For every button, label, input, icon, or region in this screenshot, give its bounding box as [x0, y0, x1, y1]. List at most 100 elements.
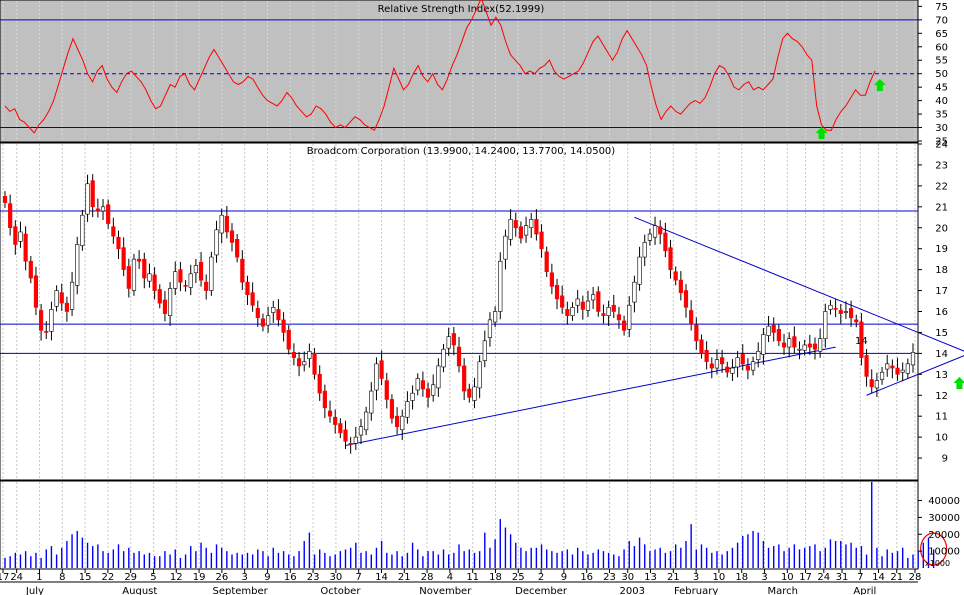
candle-down	[106, 204, 111, 224]
candle-up	[436, 365, 441, 389]
candle-down	[812, 343, 818, 350]
candle-up	[477, 361, 482, 389]
day-tick-label: 17	[0, 572, 9, 583]
day-tick-label: 12	[170, 572, 183, 583]
day-tick-label: 5	[150, 572, 156, 583]
candle-up	[307, 350, 312, 359]
candle-down	[379, 360, 384, 379]
candle-up	[69, 281, 75, 310]
candle-up	[503, 235, 508, 260]
candle-up	[54, 290, 59, 307]
day-tick-label: 3	[761, 572, 767, 583]
day-tick-label: 9	[264, 572, 270, 583]
candle-down	[580, 301, 585, 310]
candle-up	[209, 256, 214, 291]
day-tick-label: 28	[909, 572, 922, 583]
day-tick-label: 16	[284, 572, 297, 583]
candle-up	[874, 380, 879, 389]
candle-up	[529, 219, 534, 229]
price-y-tick-label: 21	[935, 202, 948, 213]
day-tick-label: 2	[538, 572, 544, 583]
candle-up	[487, 319, 493, 338]
rsi-y-tick-label: 35	[935, 110, 948, 121]
candle-up	[405, 401, 410, 418]
rsi-y-axis: 2530354045505560657075	[918, 2, 948, 148]
day-tick-label: 7	[857, 572, 863, 583]
candle-up	[415, 378, 420, 391]
candle-down	[157, 289, 162, 304]
candle-down	[611, 304, 616, 312]
candle-down	[198, 261, 204, 281]
candle-down	[126, 266, 131, 289]
candle-down	[451, 333, 456, 346]
candle-down	[291, 352, 297, 358]
candle-down	[245, 281, 250, 296]
candle-down	[121, 247, 126, 270]
candle-up	[647, 233, 652, 241]
candle-up	[266, 315, 271, 326]
candle-up	[802, 344, 807, 351]
candle-up	[147, 273, 152, 282]
day-tick-label: 10	[781, 572, 794, 583]
rsi-y-tick-label: 45	[935, 83, 948, 94]
candle-down	[854, 319, 859, 323]
candle-down	[142, 258, 147, 279]
candle-down	[338, 423, 343, 434]
candle-up	[100, 206, 106, 212]
candle-up	[787, 338, 792, 348]
candle-up	[75, 244, 80, 286]
candle-down	[23, 233, 28, 262]
day-tick-label: 3	[693, 572, 699, 583]
candle-up	[885, 363, 890, 370]
price-y-tick-label: 18	[935, 265, 948, 276]
day-tick-label: 30	[330, 572, 343, 583]
price-y-tick-label: 12	[935, 391, 948, 402]
candle-down	[668, 247, 673, 270]
price-annotation-label: 14	[855, 336, 868, 347]
volume-y-tick-label: 30000	[928, 513, 960, 524]
candle-up	[652, 225, 658, 238]
candle-down	[895, 367, 900, 375]
candle-down	[720, 357, 725, 365]
price-panel: Broadcom Corporation (13.9900, 14.2400, …	[0, 140, 964, 481]
candle-up	[570, 307, 575, 316]
day-tick-label: 7	[355, 572, 361, 583]
candle-up	[431, 384, 436, 396]
candle-down	[90, 180, 95, 208]
candle-down	[694, 324, 699, 342]
candle-down	[725, 366, 730, 373]
candle-down	[28, 260, 33, 279]
candle-down	[348, 443, 353, 445]
month-label: February	[674, 586, 718, 595]
price-y-tick-label: 23	[935, 160, 948, 171]
candle-down	[183, 285, 188, 287]
price-markers	[953, 377, 964, 389]
candle-up	[188, 273, 193, 288]
candle-up	[80, 214, 85, 246]
candle-up	[214, 229, 219, 256]
day-tick-label: 10	[713, 572, 726, 583]
candle-up	[271, 307, 276, 313]
rsi-y-tick-label: 70	[935, 15, 948, 26]
day-tick-labels: 1724181522295121926391623307142128411182…	[0, 569, 921, 583]
candle-down	[513, 220, 518, 229]
candle-up	[167, 288, 173, 316]
candle-up	[369, 390, 374, 414]
day-tick-label: 26	[216, 572, 229, 583]
candle-down	[224, 215, 229, 233]
month-label: August	[122, 586, 157, 595]
candle-up	[766, 325, 771, 336]
volume-panel: 10000 20000 30000 40000 x1000	[0, 480, 960, 570]
rsi-y-tick-label: 50	[935, 69, 948, 80]
candle-up	[364, 411, 369, 431]
candle-down	[663, 232, 668, 252]
day-tick-label: 21	[398, 572, 411, 583]
candle-up	[818, 338, 823, 352]
candle-down	[384, 380, 389, 400]
rsi-plot-background	[0, 0, 919, 143]
candle-up	[900, 369, 905, 373]
candle-down	[864, 355, 869, 377]
candle-up	[472, 386, 477, 401]
price-buy-arrow-icon	[953, 377, 964, 389]
candle-up	[730, 367, 735, 374]
